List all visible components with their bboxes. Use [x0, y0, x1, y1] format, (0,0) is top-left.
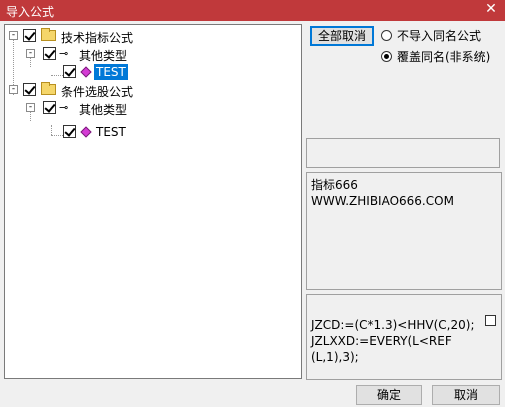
- tree-node-other-type[interactable]: - ⊸ 其他类型: [5, 100, 295, 118]
- tree-node-screening[interactable]: - 条件选股公式: [5, 82, 295, 100]
- code-line: JZCD:=(C*1.3)<HHV(C,20);: [311, 318, 475, 332]
- code-checkbox[interactable]: [485, 315, 496, 326]
- checkbox-checked[interactable]: [23, 83, 36, 96]
- tree-node-label-selected: TEST: [94, 64, 128, 80]
- checkbox-checked[interactable]: [63, 125, 76, 138]
- info-line: 指标666: [311, 178, 358, 192]
- code-line: (L,1),3);: [311, 350, 359, 364]
- close-icon[interactable]: ✕: [483, 1, 499, 17]
- tree-node-label: 条件选股公式: [61, 85, 134, 99]
- tree-node-label: 其他类型: [79, 103, 128, 117]
- window-title: 导入公式: [6, 5, 55, 19]
- title-bar: 导入公式 ✕: [0, 0, 505, 21]
- checkbox-checked[interactable]: [43, 101, 56, 114]
- ok-button[interactable]: 确定: [356, 385, 422, 405]
- folder-icon: [41, 82, 56, 95]
- tree-node-label: TEST: [96, 125, 126, 139]
- info-panel: 指标666 WWW.ZHIBIAO666.COM: [306, 172, 502, 290]
- tree-node-label: 其他类型: [79, 49, 128, 63]
- radio-label: 不导入同名公式: [397, 29, 482, 43]
- code-line: JZLXXD:=EVERY(L<REF: [311, 334, 452, 348]
- collapse-icon[interactable]: -: [26, 103, 35, 112]
- checkbox-checked[interactable]: [23, 29, 36, 42]
- checkbox-checked[interactable]: [63, 65, 76, 78]
- formula-tree[interactable]: - 技术指标公式 - ⊸ 其他类型 TEST - 条件选股公式 - ⊸ 其他类型…: [4, 24, 302, 379]
- checkbox-checked[interactable]: [43, 47, 56, 60]
- formula-icon: [80, 126, 92, 138]
- code-panel: JZCD:=(C*1.3)<HHV(C,20); JZLXXD:=EVERY(L…: [306, 294, 502, 380]
- folder-icon: [41, 28, 56, 41]
- key-icon: ⊸: [59, 47, 69, 60]
- cancel-button[interactable]: 取消: [432, 385, 500, 405]
- tree-node-other-type[interactable]: - ⊸ 其他类型: [5, 46, 295, 64]
- radio-overwrite[interactable]: [381, 51, 392, 62]
- formula-icon: [80, 66, 92, 78]
- info-line: WWW.ZHIBIAO666.COM: [311, 194, 454, 208]
- collapse-icon[interactable]: -: [9, 85, 18, 94]
- status-panel: [306, 138, 500, 168]
- radio-no-import[interactable]: [381, 30, 392, 41]
- collapse-icon[interactable]: -: [26, 49, 35, 58]
- key-icon: ⊸: [59, 101, 69, 114]
- tree-node-technical[interactable]: - 技术指标公式: [5, 28, 295, 46]
- tree-node-test[interactable]: TEST: [5, 64, 295, 82]
- cancel-all-button[interactable]: 全部取消: [310, 26, 374, 46]
- collapse-icon[interactable]: -: [9, 31, 18, 40]
- radio-label: 覆盖同名(非系统): [397, 50, 491, 64]
- tree-node-test[interactable]: TEST: [5, 124, 295, 142]
- tree-node-label: 技术指标公式: [61, 31, 134, 45]
